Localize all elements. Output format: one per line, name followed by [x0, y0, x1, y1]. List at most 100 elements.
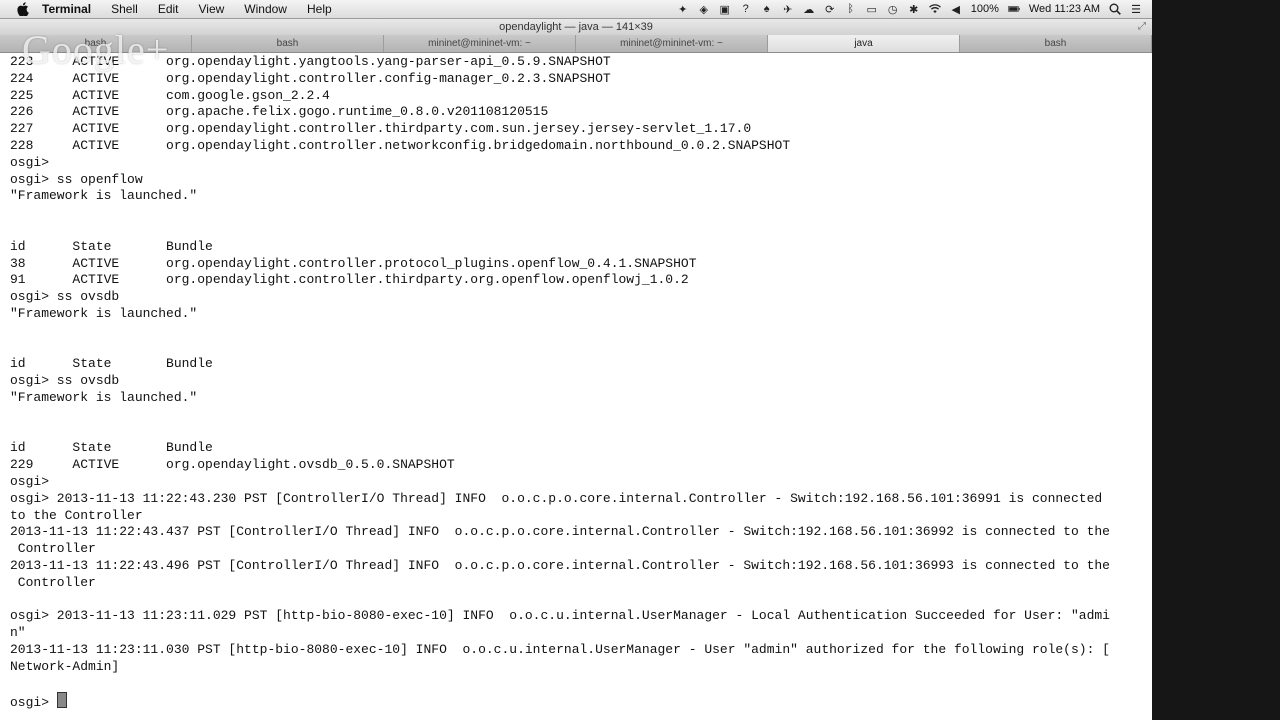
terminal-line-text: 91 ACTIVE org.opendaylight.controller.th… — [10, 272, 689, 288]
terminal-line-text: 38 ACTIVE org.opendaylight.controller.pr… — [10, 255, 697, 271]
terminal-line: osgi> — [10, 474, 1142, 491]
terminal-line-text: 2013-11-13 11:22:43.496 PST [ControllerI… — [10, 557, 1110, 573]
terminal-line-text: "Framework is launched." — [10, 188, 198, 204]
terminal-line-text: Controller — [10, 541, 96, 557]
terminal-line: 2013-11-13 11:23:11.030 PST [http-bio-80… — [10, 642, 1142, 659]
tab-bar: bash bash mininet@mininet-vm: ~ mininet@… — [0, 35, 1152, 53]
time-machine-icon[interactable]: ◷ — [887, 3, 899, 16]
terminal-line: to the Controller — [10, 508, 1142, 525]
text-cursor — [56, 692, 67, 709]
tab-bash-1[interactable]: bash — [0, 35, 192, 52]
apple-icon[interactable] — [16, 2, 30, 16]
menu-help[interactable]: Help — [297, 0, 342, 18]
dropbox-icon[interactable]: ◈ — [698, 3, 710, 16]
menu-shell[interactable]: Shell — [101, 0, 148, 18]
terminal-line: "Framework is launched." — [10, 390, 1142, 407]
terminal-line: 226 ACTIVE org.apache.felix.gogo.runtime… — [10, 104, 1142, 121]
terminal-window: opendaylight — java — 141×39 ⤢ bash bash… — [0, 19, 1152, 720]
terminal-line: "Framework is launched." — [10, 188, 1142, 205]
terminal-line: "Framework is launched." — [10, 306, 1142, 323]
terminal-line-text: 2013-11-13 11:23:11.030 PST [http-bio-80… — [10, 641, 1110, 657]
battery-icon[interactable] — [1007, 3, 1020, 15]
terminal-line-text: osgi> 2013-11-13 11:23:11.029 PST [http-… — [10, 608, 1110, 624]
terminal-line: 224 ACTIVE org.opendaylight.controller.c… — [10, 71, 1142, 88]
menu-view[interactable]: View — [189, 0, 235, 18]
bluetooth-icon-2[interactable]: ✱ — [908, 3, 920, 16]
terminal-line-text: 223 ACTIVE org.opendaylight.yangtools.ya… — [10, 54, 611, 69]
terminal-line-text: 2013-11-13 11:22:43.437 PST [ControllerI… — [10, 524, 1110, 540]
terminal-output[interactable]: 223 ACTIVE org.opendaylight.yangtools.ya… — [10, 54, 1142, 711]
bluetooth-icon[interactable]: ᛒ — [845, 3, 857, 15]
terminal-line: osgi> 2013-11-13 11:22:43.230 PST [Contr… — [10, 491, 1142, 508]
sync-icon[interactable]: ⟳ — [824, 3, 836, 16]
terminal-line: n" — [10, 625, 1142, 642]
terminal-line-text: id State Bundle — [10, 440, 213, 456]
display-icon[interactable]: ▭ — [866, 3, 878, 16]
window-titlebar[interactable]: opendaylight — java — 141×39 ⤢ — [0, 19, 1152, 35]
terminal-line: Controller — [10, 541, 1142, 558]
terminal-line-text: osgi> — [10, 473, 50, 489]
terminal-line: 227 ACTIVE org.opendaylight.controller.t… — [10, 121, 1142, 138]
terminal-line: 2013-11-13 11:22:43.437 PST [ControllerI… — [10, 524, 1142, 541]
terminal-line-text: osgi> ss ovsdb — [10, 373, 120, 389]
menu-edit[interactable]: Edit — [148, 0, 189, 18]
terminal-line-text: osgi> — [10, 154, 50, 170]
calendar-icon[interactable]: ▣ — [719, 3, 731, 16]
terminal-line: id State Bundle — [10, 356, 1142, 373]
terminal-line-text: "Framework is launched." — [10, 389, 198, 405]
terminal-line-text: osgi> ss ovsdb — [10, 289, 120, 305]
tab-mininet-2[interactable]: mininet@mininet-vm: ~ — [576, 35, 768, 52]
terminal-line: osgi> ss openflow — [10, 172, 1142, 189]
terminal-line-text: to the Controller — [10, 507, 143, 523]
spotlight-search-icon[interactable] — [1109, 3, 1121, 15]
notification-center-icon[interactable]: ☰ — [1130, 3, 1142, 16]
terminal-line: 38 ACTIVE org.opendaylight.controller.pr… — [10, 256, 1142, 273]
terminal-line: id State Bundle — [10, 239, 1142, 256]
window-title: opendaylight — java — 141×39 — [499, 21, 653, 33]
cloud-icon[interactable]: ☁ — [803, 3, 815, 16]
terminal-line-text: 225 ACTIVE com.google.gson_2.2.4 — [10, 87, 330, 103]
terminal-line-text: 224 ACTIVE org.opendaylight.controller.c… — [10, 70, 611, 86]
fullscreen-icon[interactable]: ⤢ — [1138, 19, 1146, 35]
tab-mininet-1[interactable]: mininet@mininet-vm: ~ — [384, 35, 576, 52]
adium-icon[interactable]: ✦ — [677, 3, 689, 16]
terminal-line: osgi> — [10, 155, 1142, 172]
terminal-line: id State Bundle — [10, 440, 1142, 457]
wifi-icon[interactable] — [928, 3, 941, 15]
help-icon[interactable]: ? — [740, 3, 752, 15]
terminal-line-text: Controller — [10, 574, 96, 590]
terminal-line-text: "Framework is launched." — [10, 305, 198, 321]
clock[interactable]: Wed 11:23 AM — [1029, 3, 1100, 15]
terminal-line-text: n" — [10, 625, 26, 641]
terminal-line: 225 ACTIVE com.google.gson_2.2.4 — [10, 88, 1142, 105]
tab-bash-2[interactable]: bash — [192, 35, 384, 52]
battery-percent[interactable]: 100% — [971, 3, 999, 15]
terminal-line-text: 226 ACTIVE org.apache.felix.gogo.runtime… — [10, 104, 549, 120]
notification-icon[interactable]: ♠ — [761, 3, 773, 15]
menu-terminal[interactable]: Terminal — [38, 0, 101, 18]
terminal-line: 91 ACTIVE org.opendaylight.controller.th… — [10, 272, 1142, 289]
terminal-line: Network-Admin] — [10, 659, 1142, 676]
terminal-line: 2013-11-13 11:22:43.496 PST [ControllerI… — [10, 558, 1142, 575]
twitter-icon[interactable]: ✈ — [782, 3, 794, 16]
terminal-line: osgi> 2013-11-13 11:23:11.029 PST [http-… — [10, 608, 1142, 625]
background-strip — [1152, 0, 1280, 720]
terminal-line-text: osgi> 2013-11-13 11:22:43.230 PST [Contr… — [10, 490, 1103, 506]
terminal-line-text: 229 ACTIVE org.opendaylight.ovsdb_0.5.0.… — [10, 457, 455, 473]
terminal-line-text: osgi> — [10, 695, 57, 711]
volume-icon[interactable]: ◀ — [950, 3, 962, 16]
terminal-line: osgi> ss ovsdb — [10, 373, 1142, 390]
terminal-line: osgi> — [10, 692, 1142, 711]
tab-bash-3[interactable]: bash — [960, 35, 1152, 52]
terminal-line: osgi> ss ovsdb — [10, 289, 1142, 306]
terminal-line-text: 227 ACTIVE org.opendaylight.controller.t… — [10, 121, 752, 137]
menu-window[interactable]: Window — [234, 0, 297, 18]
tab-java[interactable]: java — [768, 35, 960, 52]
terminal-line-text: 228 ACTIVE org.opendaylight.controller.n… — [10, 137, 791, 153]
